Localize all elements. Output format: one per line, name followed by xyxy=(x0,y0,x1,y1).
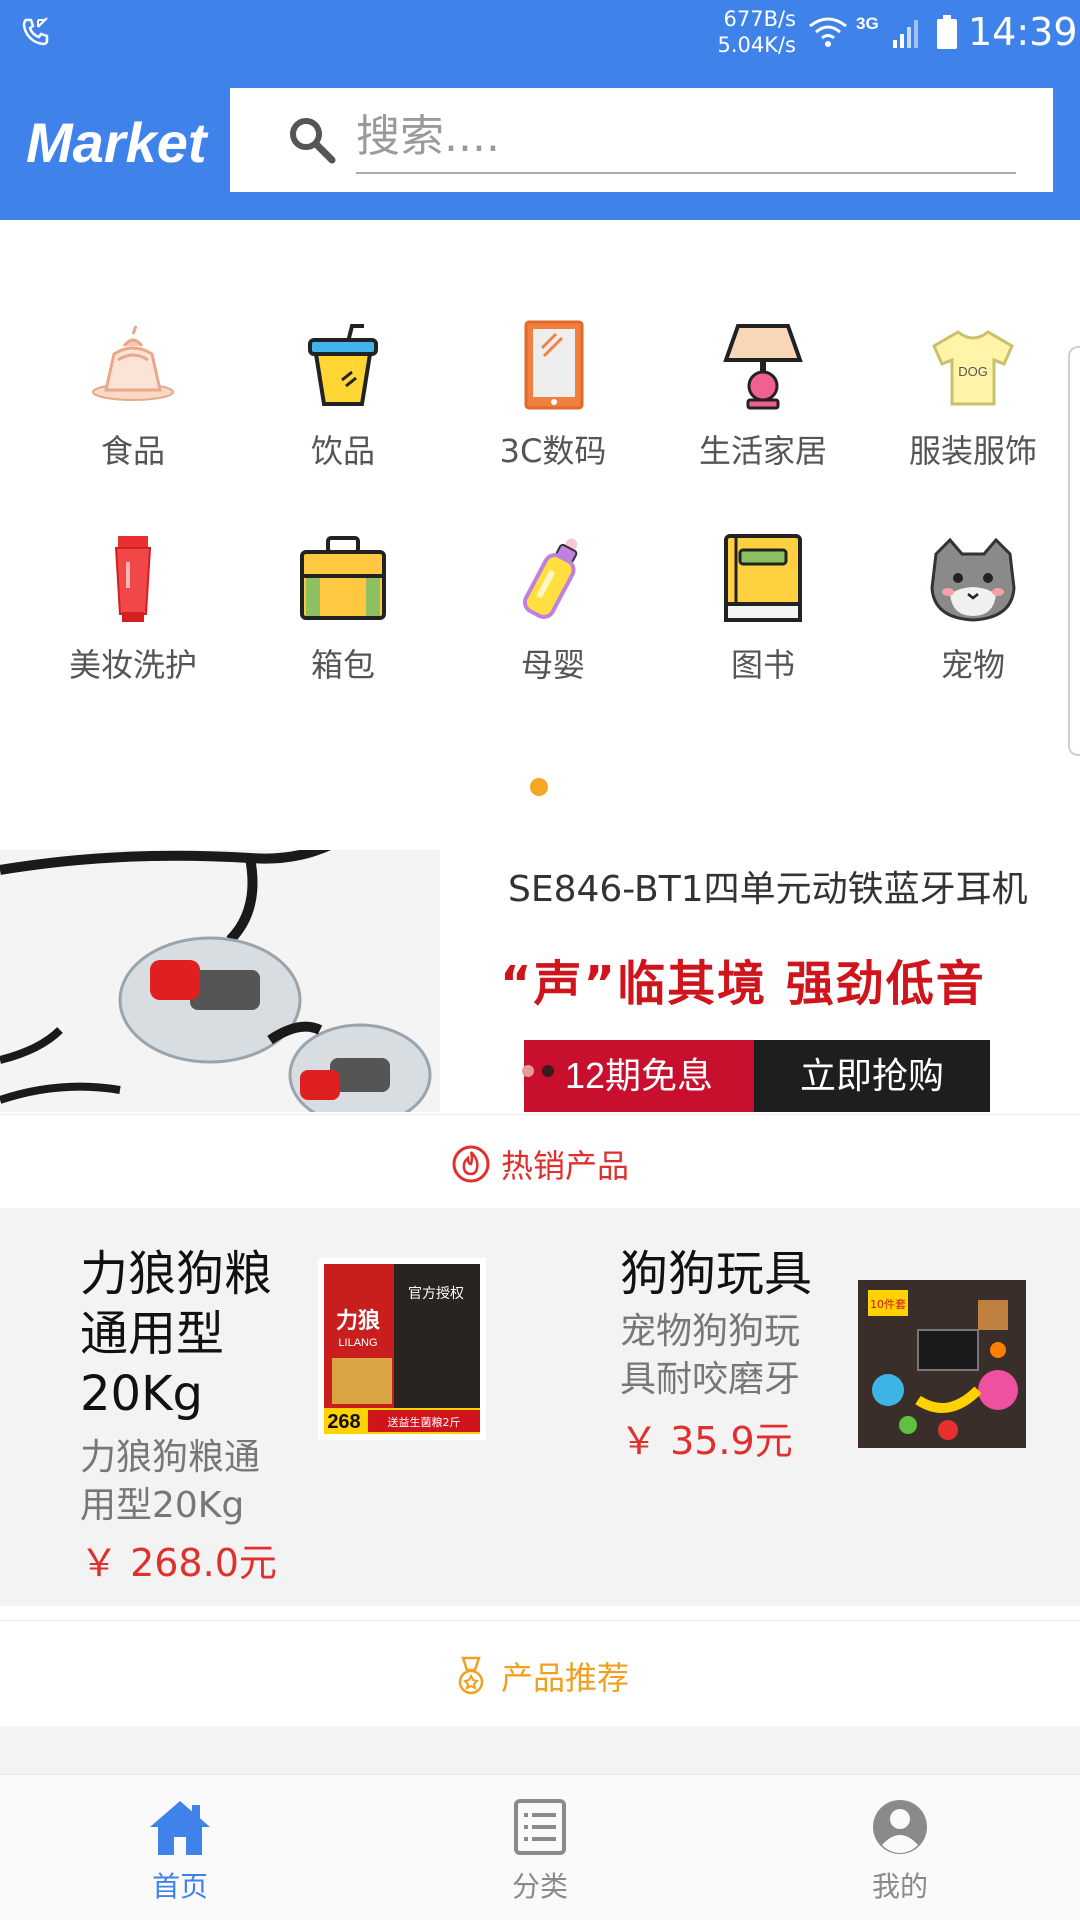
recommend-title: 产品推荐 xyxy=(500,1659,629,1697)
signal-icon xyxy=(893,20,918,48)
network-speed: 677B/s 5.04K/s xyxy=(700,6,796,58)
category-label: 食品 xyxy=(100,432,165,470)
category-label: 服装服饰 xyxy=(908,432,1037,470)
dog-toys-image: 10件套 xyxy=(858,1280,1026,1448)
category-food[interactable]: 食品 xyxy=(43,320,223,480)
dessert-icon xyxy=(92,325,174,401)
baby-bottle-icon xyxy=(522,538,578,619)
category-digital[interactable]: 3C数码 xyxy=(463,320,643,480)
category-books[interactable]: 图书 xyxy=(673,534,853,694)
nav-label: 分类 xyxy=(511,1870,568,1903)
buy-now-button[interactable]: 立即抢购 xyxy=(754,1040,990,1112)
phone-call-icon xyxy=(22,17,49,46)
recommend-header: 产品推荐 xyxy=(0,1620,1080,1726)
recommend-products-list: 狗狗玩具 力狼狗粮 xyxy=(0,1726,1080,1776)
dog-food-image: 力狼 LILANG 官方授权 268 送益生菌粮2斤 xyxy=(318,1258,486,1440)
battery-icon xyxy=(937,15,957,49)
nav-home[interactable]: 首页 xyxy=(80,1797,280,1905)
search-input[interactable] xyxy=(356,104,996,168)
category-clothing[interactable]: DOG 服装服饰 xyxy=(883,320,1063,480)
category-cosmetics[interactable]: 美妆洗护 xyxy=(43,534,223,694)
medal-icon xyxy=(458,1656,484,1695)
category-label: 母婴 xyxy=(520,646,585,684)
category-label: 生活家居 xyxy=(698,432,827,470)
category-label: 宠物 xyxy=(940,646,1005,684)
category-label: 3C数码 xyxy=(499,432,607,470)
banner-headline: SE846-BT1四单元动铁蓝牙耳机 xyxy=(508,869,1028,910)
nav-category[interactable]: 分类 xyxy=(440,1797,640,1905)
bottom-navigation: 首页 分类 我的 xyxy=(0,1774,1080,1920)
search-underline xyxy=(356,172,1016,174)
network-type: 3G xyxy=(856,14,879,33)
product-price: ￥ 35.9元 xyxy=(620,1419,793,1463)
product-description: 力狼狗粮通用型20Kg xyxy=(80,1437,261,1526)
status-bar: 677B/s 5.04K/s 3G 14:39 xyxy=(0,0,1080,66)
banner-dot[interactable] xyxy=(522,1065,534,1077)
tshirt-icon: DOG xyxy=(932,330,1014,406)
search-box[interactable] xyxy=(230,88,1053,192)
image-brand-text: 力狼 xyxy=(336,1308,380,1334)
net-speed-up: 677B/s xyxy=(723,7,796,31)
earphones-image xyxy=(0,850,432,1112)
lamp-icon xyxy=(723,324,803,410)
category-label: 饮品 xyxy=(310,432,375,470)
search-icon[interactable] xyxy=(286,114,338,166)
product-card[interactable]: 力狼狗粮通用型20Kg 力狼狗粮通用型20Kg ￥ 268.0元 力狼 LILA… xyxy=(0,1208,540,1606)
cat-icon xyxy=(930,537,1016,622)
product-card[interactable]: 狗狗玩具 宠物狗狗玩具耐咬磨牙 ￥ 35.9元 10件套 xyxy=(540,1208,1080,1606)
product-price: ￥ 268.0元 xyxy=(80,1541,277,1585)
hot-products-list: 力狼狗粮通用型20Kg 力狼狗粮通用型20Kg ￥ 268.0元 力狼 LILA… xyxy=(0,1208,1080,1606)
category-label: 箱包 xyxy=(310,646,375,684)
image-badge-text: 10件套 xyxy=(870,1298,906,1311)
nav-label: 我的 xyxy=(871,1870,928,1903)
page-indicator-dot[interactable] xyxy=(530,778,548,796)
svg-text:DOG: DOG xyxy=(958,364,988,379)
fire-icon xyxy=(452,1145,490,1183)
category-drinks[interactable]: 饮品 xyxy=(253,320,433,480)
cosmetic-tube-icon xyxy=(114,536,152,622)
app-bar: Market xyxy=(0,66,1080,220)
category-baby[interactable]: 母婴 xyxy=(463,534,643,694)
hot-products-title: 热销产品 xyxy=(500,1147,629,1185)
list-icon xyxy=(514,1799,566,1855)
banner-page-dots[interactable] xyxy=(522,1064,562,1082)
category-label: 美妆洗护 xyxy=(68,646,197,684)
promo-banner[interactable]: SE846-BT1四单元动铁蓝牙耳机 “声”临其境 强劲低音 12期免息 立即抢… xyxy=(0,850,1060,1112)
category-label: 图书 xyxy=(730,646,795,684)
hot-products-header: 热销产品 xyxy=(0,1114,1080,1208)
image-badge-text: 官方授权 xyxy=(408,1286,464,1302)
home-icon xyxy=(150,1801,210,1855)
category-bags[interactable]: 箱包 xyxy=(253,534,433,694)
category-grid: 食品 饮品 3C数码 生活家居 DOG 服装服饰 美妆洗护 箱包 母婴 图书 宠… xyxy=(0,220,1080,850)
product-description: 宠物狗狗玩具耐咬磨牙 xyxy=(620,1311,801,1400)
drink-cup-icon xyxy=(308,324,378,406)
banner-dot-active[interactable] xyxy=(542,1065,554,1077)
image-price-tag: 268 xyxy=(327,1411,360,1433)
product-title: 力狼狗粮通用型20Kg xyxy=(80,1246,273,1422)
side-drawer-handle[interactable] xyxy=(1068,346,1080,756)
image-brand-en-text: LILANG xyxy=(338,1337,377,1349)
net-speed-down: 5.04K/s xyxy=(717,33,796,57)
banner-slogan: “声”临其境 强劲低音 xyxy=(500,956,986,1012)
tablet-icon xyxy=(524,320,584,410)
nav-label: 首页 xyxy=(151,1870,208,1903)
brand-title: Market xyxy=(26,111,207,174)
product-title: 狗狗玩具 xyxy=(620,1246,813,1302)
suitcase-icon xyxy=(300,536,386,620)
nav-profile[interactable]: 我的 xyxy=(800,1797,1000,1905)
clock: 14:39 xyxy=(968,10,1078,54)
image-promo-text: 送益生菌粮2斤 xyxy=(388,1415,461,1429)
wifi-icon xyxy=(809,17,847,47)
book-icon xyxy=(724,534,802,622)
category-pets[interactable]: 宠物 xyxy=(883,534,1063,694)
user-icon xyxy=(873,1800,927,1854)
category-home[interactable]: 生活家居 xyxy=(673,320,853,480)
